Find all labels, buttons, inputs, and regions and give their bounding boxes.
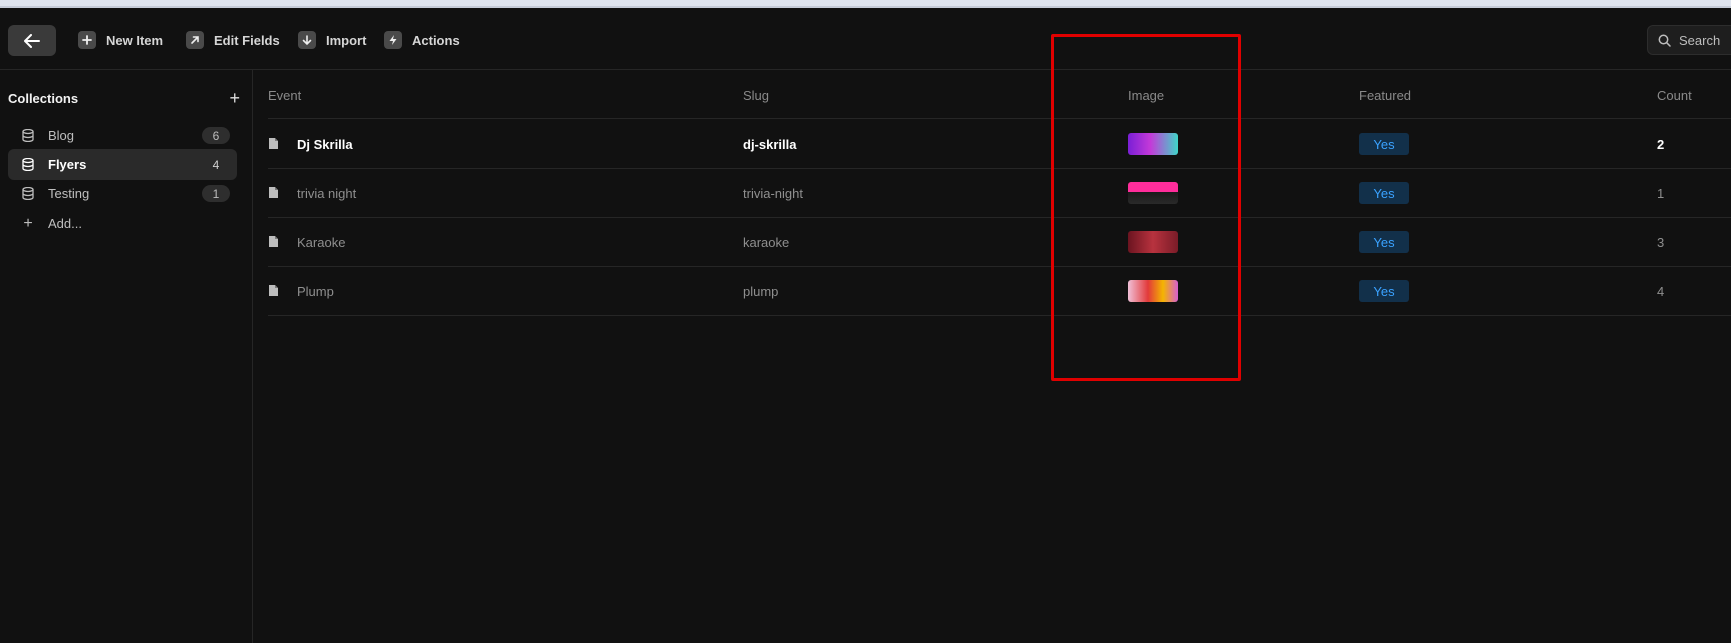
event-cell: Dj Skrilla (297, 137, 353, 152)
lightning-icon (384, 31, 402, 49)
column-header-featured[interactable]: Featured (1359, 88, 1411, 103)
add-collection-icon[interactable]: + (229, 89, 240, 107)
edit-fields-label: Edit Fields (214, 32, 280, 48)
search-placeholder: Search (1679, 32, 1721, 48)
document-icon (268, 284, 279, 297)
import-label: Import (326, 32, 367, 48)
count-cell: 3 (1657, 235, 1665, 250)
slug-cell: karaoke (743, 235, 790, 250)
add-label: Add... (48, 216, 82, 231)
column-header-event[interactable]: Event (268, 88, 301, 103)
import-button[interactable]: Import (298, 28, 366, 52)
table-row[interactable]: Dj Skrilla dj-skrilla Yes 2 (268, 120, 1731, 169)
document-icon (268, 186, 279, 199)
actions-button[interactable]: Actions (384, 28, 460, 52)
column-header-image[interactable]: Image (1128, 88, 1164, 103)
plus-icon: + (23, 214, 33, 232)
column-header-count[interactable]: Count (1657, 88, 1692, 103)
featured-badge: Yes (1359, 280, 1409, 302)
arrow-down-icon (298, 31, 316, 49)
sidebar-item-label: Flyers (48, 157, 87, 172)
back-button[interactable] (8, 25, 56, 56)
sidebar: Collections + Blog 6 Flyers 4 Testing 1 +… (0, 70, 253, 643)
count-badge: 1 (202, 185, 230, 202)
slug-cell: plump (743, 284, 779, 299)
database-icon (22, 129, 34, 142)
document-icon (268, 235, 279, 248)
new-item-button[interactable]: New Item (78, 28, 163, 52)
sidebar-item-testing[interactable]: Testing 1 (8, 178, 237, 209)
database-icon (22, 158, 34, 171)
database-icon (22, 187, 34, 200)
edit-fields-button[interactable]: Edit Fields (186, 28, 280, 52)
table-row[interactable]: trivia night trivia-night Yes 1 (268, 169, 1731, 218)
count-badge: 4 (212, 157, 220, 172)
count-cell: 2 (1657, 137, 1665, 152)
count-cell: 4 (1657, 284, 1665, 299)
sidebar-item-flyers[interactable]: Flyers 4 (8, 149, 237, 180)
slug-cell: dj-skrilla (743, 137, 797, 152)
sidebar-item-label: Testing (48, 186, 90, 201)
collections-title: Collections (8, 90, 79, 106)
search-input[interactable]: Search (1647, 25, 1731, 55)
sidebar-item-label: Blog (48, 128, 75, 143)
featured-badge: Yes (1359, 182, 1409, 204)
actions-label: Actions (412, 32, 460, 48)
featured-badge: Yes (1359, 133, 1409, 155)
document-icon (268, 137, 279, 150)
search-icon (1658, 34, 1671, 47)
external-arrow-icon (186, 31, 204, 49)
table-row[interactable]: Plump plump Yes 4 (268, 267, 1731, 316)
image-thumbnail[interactable] (1128, 280, 1178, 302)
image-thumbnail[interactable] (1128, 182, 1178, 204)
event-cell: Plump (297, 284, 334, 299)
browser-top-strip (0, 0, 1731, 8)
new-item-label: New Item (106, 32, 164, 48)
event-cell: trivia night (297, 186, 357, 201)
table-header: Event Slug Image Featured Count (268, 70, 1731, 119)
column-header-slug[interactable]: Slug (743, 88, 769, 103)
sidebar-item-blog[interactable]: Blog 6 (8, 120, 237, 151)
count-badge: 6 (202, 127, 230, 144)
featured-badge: Yes (1359, 231, 1409, 253)
count-cell: 1 (1657, 186, 1665, 201)
image-thumbnail[interactable] (1128, 231, 1178, 253)
plus-icon (78, 31, 96, 49)
table-row[interactable]: Karaoke karaoke Yes 3 (268, 218, 1731, 267)
image-thumbnail[interactable] (1128, 133, 1178, 155)
event-cell: Karaoke (297, 235, 346, 250)
sidebar-add-button[interactable]: + Add... (8, 208, 237, 239)
arrow-left-icon (24, 33, 40, 48)
toolbar: New Item Edit Fields Import Actions Sear… (0, 8, 1731, 70)
collections-header: Collections + (8, 86, 240, 110)
slug-cell: trivia-night (743, 186, 803, 201)
